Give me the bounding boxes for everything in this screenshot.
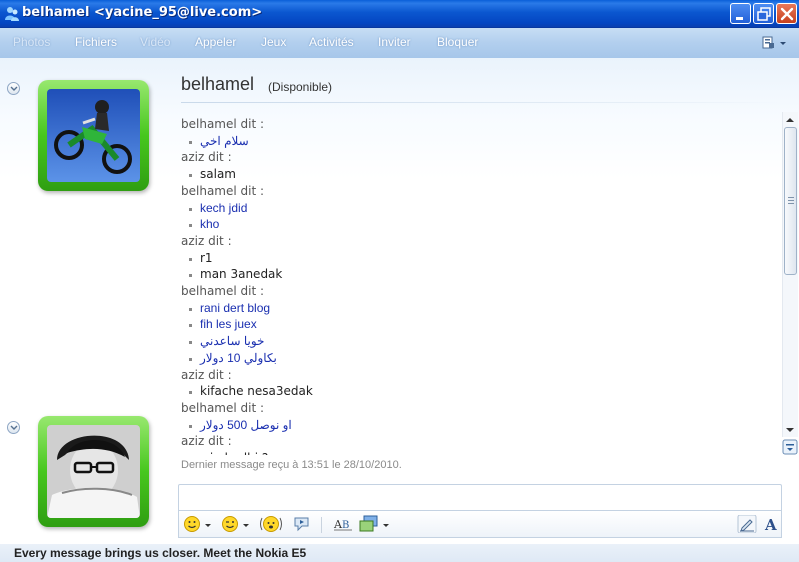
menu-fichiers[interactable]: Fichiers — [75, 35, 117, 49]
sender-label: aziz dit : — [181, 434, 232, 449]
chevron-down-icon — [10, 86, 18, 91]
bullet-icon — [189, 224, 192, 228]
emoticon-dropdown-caret[interactable] — [205, 524, 211, 527]
bullet-icon — [189, 324, 192, 328]
chevron-down-icon — [10, 425, 18, 430]
window-title: belhamel <yacine_95@live.com> — [22, 5, 263, 20]
message-text: salam — [200, 167, 236, 182]
collapse-own-picture-button[interactable] — [7, 421, 20, 434]
handwriting-icon[interactable] — [737, 515, 757, 533]
ad-text[interactable]: Every message brings us closer. Meet the… — [14, 546, 306, 560]
svg-text:A: A — [764, 516, 777, 533]
menu-bloquer[interactable]: Bloquer — [437, 35, 478, 49]
own-avatar[interactable] — [38, 416, 149, 527]
tools-menu-icon[interactable] — [760, 34, 790, 52]
message-text: rani dert blog — [200, 300, 271, 315]
last-message-timestamp: Dernier message reçu à 13:51 le 28/10/20… — [181, 459, 402, 471]
background-icon[interactable] — [359, 515, 379, 533]
message-text: او نوصل 500 دولار — [200, 417, 292, 432]
svg-text:B: B — [342, 520, 349, 531]
sender-label: belhamel dit : — [181, 284, 265, 298]
sender-label: belhamel dit : — [181, 400, 265, 415]
menu-photos[interactable]: Photos — [13, 35, 50, 49]
wink-icon[interactable] — [221, 515, 239, 533]
bullet-icon — [189, 140, 192, 144]
sender-label: aziz dit : — [181, 367, 232, 382]
bullet-icon — [189, 174, 192, 178]
close-icon — [780, 7, 794, 21]
emoticon-icon[interactable] — [183, 515, 201, 533]
title-bar[interactable]: belhamel <yacine_95@live.com> — [0, 0, 799, 28]
message-text: kech jdid — [200, 200, 248, 215]
message-text: سلام اخي — [200, 133, 249, 148]
sender-label: belhamel dit : — [181, 117, 265, 131]
bullet-icon — [189, 341, 192, 345]
nudge-icon[interactable] — [259, 515, 283, 533]
message-text: خويا ساعدني — [200, 334, 265, 349]
compose-toolbar: A B A — [178, 510, 782, 538]
scroll-up-arrow[interactable] — [782, 113, 798, 127]
message-text: r1 — [200, 250, 213, 265]
bullet-icon — [189, 307, 192, 311]
wink-dropdown-caret[interactable] — [243, 524, 249, 527]
background-dropdown-caret[interactable] — [383, 524, 389, 527]
collapse-contact-picture-button[interactable] — [7, 82, 20, 95]
scroll-down-arrow[interactable] — [782, 423, 798, 437]
bullet-icon — [189, 207, 192, 211]
sender-label: belhamel dit : — [181, 183, 265, 198]
message-text: fih les juex — [200, 317, 257, 332]
show-display-pictures-icon[interactable] — [782, 439, 798, 455]
contact-avatar[interactable] — [38, 80, 149, 191]
contact-name: belhamel — [181, 74, 255, 94]
motocross-picture — [47, 89, 140, 182]
menu-jeux[interactable]: Jeux — [261, 35, 286, 49]
message-text: win hadhi ? — [200, 451, 268, 455]
close-button[interactable] — [776, 3, 797, 24]
font-icon[interactable]: A B — [333, 515, 353, 533]
header-divider — [181, 102, 781, 103]
message-text: man 3anedak — [200, 267, 283, 282]
voice-clip-icon[interactable] — [293, 515, 311, 533]
restore-icon — [757, 7, 771, 21]
minimize-icon — [736, 17, 743, 20]
sender-label: aziz dit : — [181, 233, 232, 248]
contact-status: (Disponible) — [268, 80, 333, 94]
menu-inviter[interactable]: Inviter — [378, 35, 411, 49]
ad-banner[interactable]: Every message brings us closer. Meet the… — [0, 544, 799, 562]
bullet-icon — [189, 357, 192, 361]
bullet-icon — [189, 391, 192, 395]
menu-activites[interactable]: Activités — [309, 35, 354, 49]
message-text: kho — [200, 217, 220, 232]
bullet-icon — [189, 274, 192, 278]
sender-label: aziz dit : — [181, 150, 232, 165]
menu-video[interactable]: Vidéo — [140, 35, 170, 49]
menu-appeler[interactable]: Appeler — [195, 35, 236, 49]
text-icon[interactable]: A — [762, 515, 780, 533]
scrollbar-thumb[interactable] — [784, 127, 797, 275]
message-text: بكاولي 10 دولار — [200, 350, 277, 365]
menu-bar: Photos Fichiers Vidéo Appeler Jeux Activ… — [0, 28, 799, 58]
minimize-button[interactable] — [730, 3, 751, 24]
message-input[interactable] — [178, 484, 782, 510]
message-text: kifache nesa3edak — [200, 384, 313, 399]
portrait-picture — [47, 425, 140, 518]
messenger-buddy-icon — [5, 7, 19, 21]
bullet-icon — [189, 257, 192, 261]
message-history[interactable]: belhamel dit : سلام اخي aziz dit : salam bel… — [181, 117, 779, 455]
maximize-button[interactable] — [753, 3, 774, 24]
bullet-icon — [189, 424, 192, 428]
